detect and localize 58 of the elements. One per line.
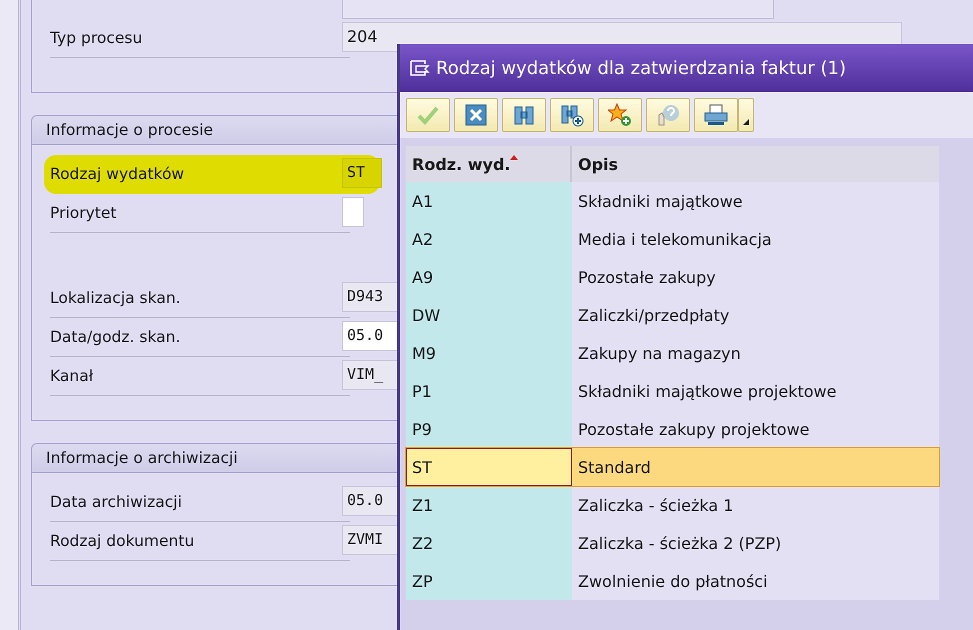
column-header[interactable]: Opis [572,146,939,182]
help-icon [656,103,680,127]
input-field[interactable] [342,0,774,19]
table-row[interactable]: ZP Zwolnienie do płatności [406,562,939,600]
input-field[interactable] [342,197,364,227]
find-next-button[interactable] [550,98,594,132]
table-cell: M9 [406,334,572,372]
caret-icon [743,119,749,125]
field-label: Rodzaj wydatków [50,165,184,183]
field-label: Data/godz. skan. [50,328,180,346]
table-row[interactable]: A2 Media i telekomunikacja [406,220,939,258]
print-button[interactable] [694,98,738,132]
table-cell: P9 [406,410,572,448]
binoculars-plus-icon [560,103,584,127]
dialog-icon [410,60,430,76]
star-plus-icon [608,103,632,127]
close-icon [464,103,488,127]
table-cell: ST [406,448,572,486]
field-label: Kanał [50,367,94,385]
table-row[interactable]: ST Standard [406,448,939,486]
table-row[interactable]: DW Zaliczki/przedpłaty [406,296,939,334]
table-cell: ZP [406,562,572,600]
menu-caret-button[interactable] [738,98,754,132]
table-cell-text: Pozostałe zakupy projektowe [577,418,810,440]
field-label: Priorytet [50,204,116,222]
cancel-button[interactable] [454,98,498,132]
dialog-title: Rodzaj wydatków dla zatwierdzania faktur (1) [436,58,846,78]
favorite-button[interactable] [598,98,642,132]
table-cell: A2 [406,220,572,258]
table-cell-text: Media i telekomunikacja [577,228,773,250]
table-row[interactable]: M9 Zakupy na magazyn [406,334,939,372]
search-button[interactable] [502,98,546,132]
table-cell-text: Zaliczka - ścieżka 1 [577,494,734,516]
table-cell-text: Zakupy na magazyn [577,342,742,364]
table-row[interactable]: P1 Składniki majątkowe projektowe [406,372,939,410]
table-cell: P1 [406,372,572,410]
table-cell: A9 [406,258,572,296]
input-field[interactable]: ST [342,158,382,188]
table-cell: Z1 [406,486,572,524]
printer-icon [704,103,728,127]
table-cell-text: Zaliczki/przedpłaty [577,304,730,326]
table-cell-text: Zwolnienie do płatności [577,570,769,592]
table-cell: Z2 [406,524,572,562]
table-row[interactable]: P9 Pozostałe zakupy projektowe [406,410,939,448]
table-cell-text: Pozostałe zakupy [577,266,717,288]
field-label: Lokalizacja skan. [50,289,181,307]
table-cell-text: Składniki majątkowe [577,190,744,212]
table-cell-text: Zaliczka - ścieżka 2 (PZP) [577,532,782,554]
field-label: Data archiwizacji [50,493,182,511]
field-label: Rodzaj dokumentu [50,532,194,550]
table-row[interactable]: A1 Składniki majątkowe [406,182,939,220]
table-cell: DW [406,296,572,334]
table-row[interactable]: Z1 Zaliczka - ścieżka 1 [406,486,939,524]
field-label: Typ procesu [50,29,142,47]
table-row[interactable]: Z2 Zaliczka - ścieżka 2 (PZP) [406,524,939,562]
table-cell-text: Składniki majątkowe projektowe [577,380,838,402]
table-row[interactable]: A9 Pozostałe zakupy [406,258,939,296]
table-cell: A1 [406,182,572,220]
